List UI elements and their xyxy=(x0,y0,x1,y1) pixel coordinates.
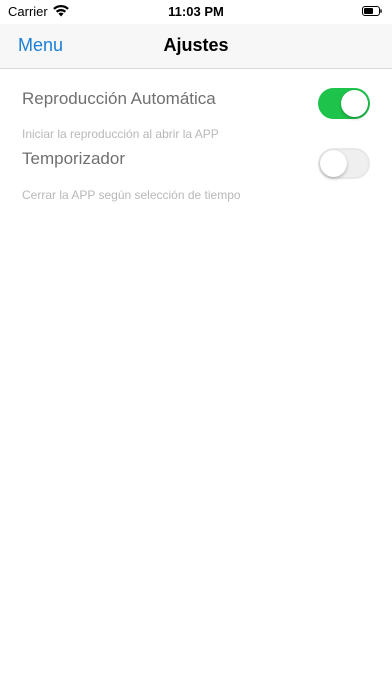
status-bar: Carrier 11:03 PM xyxy=(0,0,392,24)
autoplay-label: Reproducción Automática xyxy=(22,89,216,108)
status-time: 11:03 PM xyxy=(168,4,224,19)
toggle-knob xyxy=(320,150,347,177)
settings-screen: Carrier 11:03 PM Menu Ajustes Reproducci… xyxy=(0,0,392,696)
timer-toggle[interactable] xyxy=(318,148,370,179)
page-title: Ajustes xyxy=(163,35,229,55)
timer-description: Cerrar la APP según selección de tiempo xyxy=(22,188,241,202)
battery-icon xyxy=(362,6,382,16)
toggle-knob xyxy=(341,90,368,117)
autoplay-toggle[interactable] xyxy=(318,88,370,119)
timer-label: Temporizador xyxy=(22,149,125,168)
autoplay-description: Iniciar la reproducción al abrir la APP xyxy=(22,127,219,141)
navigation-bar: Menu Ajustes xyxy=(0,24,392,69)
